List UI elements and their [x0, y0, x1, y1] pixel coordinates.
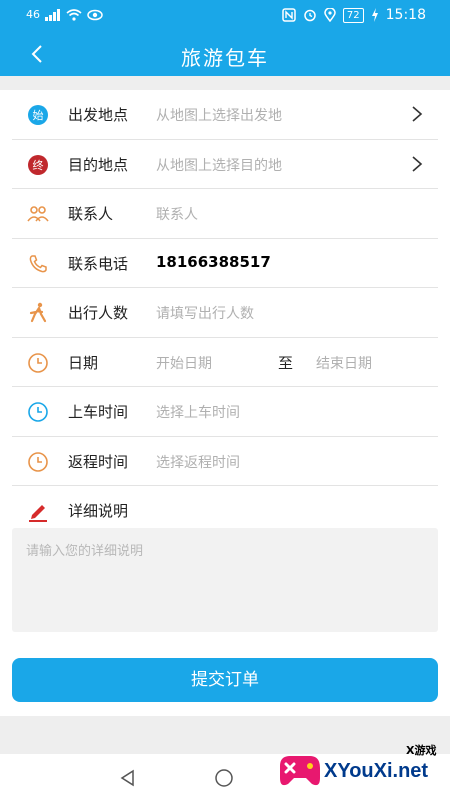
return-time-row: 返程时间 选择返程时间 — [12, 437, 438, 486]
chevron-right-icon — [412, 155, 423, 172]
phone-input[interactable]: 18166388517 — [156, 253, 271, 271]
return-time-field[interactable]: 选择返程时间 — [156, 452, 240, 472]
watermark-site: XYouXi.net — [324, 760, 429, 782]
nfc-icon — [282, 8, 296, 22]
date-label: 日期 — [68, 353, 99, 372]
submit-order-button[interactable]: 提交订单 — [12, 658, 438, 702]
contact-label: 联系人 — [68, 205, 114, 223]
clock-icon — [28, 402, 48, 422]
destination-field[interactable]: 从地图上选择目的地 — [156, 155, 282, 175]
clock: 15:18 — [385, 7, 426, 23]
page-title: 旅游包车 — [181, 46, 269, 70]
start-date-field[interactable]: 开始日期 — [156, 353, 212, 373]
header-divider — [0, 76, 450, 90]
chevron-right-icon — [412, 106, 423, 122]
status-bar: 46 72 15:18 — [0, 0, 450, 32]
status-left: 46 — [26, 8, 103, 21]
contact-input[interactable]: 联系人 — [156, 204, 198, 224]
gamepad-logo-icon — [280, 756, 320, 786]
contacts-icon — [27, 206, 49, 222]
clock-icon — [28, 352, 48, 373]
phone-label: 联系电话 — [68, 254, 129, 273]
destination-row[interactable]: 终 目的地点 从地图上选择目的地 — [12, 140, 438, 189]
signal-icon — [45, 8, 60, 21]
departure-row[interactable]: 始 出发地点 从地图上选择出发地 — [12, 90, 438, 140]
departure-field[interactable]: 从地图上选择出发地 — [156, 105, 282, 125]
charter-form: 始 出发地点 从地图上选择出发地 终 目的地点 从地图上选择目的地 联系人 联系… — [0, 90, 450, 535]
eye-icon — [87, 9, 103, 20]
details-textarea[interactable]: 请输入您的详细说明 — [12, 528, 438, 632]
return-time-label: 返程时间 — [68, 452, 129, 471]
nav-home-icon[interactable] — [214, 768, 234, 788]
watermark: X游戏 XYouXi.net — [276, 738, 446, 800]
app-header: 旅游包车 — [0, 32, 450, 76]
alarm-icon — [304, 9, 316, 22]
phone-row: 联系电话 18166388517 — [12, 239, 438, 288]
wifi-icon — [66, 8, 82, 21]
date-row: 日期 开始日期 至 结束日期 — [12, 338, 438, 387]
walking-person-icon — [29, 302, 47, 323]
end-badge-text: 终 — [33, 158, 44, 172]
destination-label: 目的地点 — [68, 155, 129, 174]
contact-row: 联系人 联系人 — [12, 189, 438, 239]
phone-icon — [29, 254, 47, 272]
passengers-row: 出行人数 请填写出行人数 — [12, 288, 438, 338]
pickup-time-row: 上车时间 选择上车时间 — [12, 387, 438, 437]
battery-level: 72 — [342, 7, 364, 23]
pickup-time-label: 上车时间 — [68, 403, 129, 421]
details-label: 详细说明 — [68, 502, 129, 520]
network-type: 46 — [26, 8, 40, 21]
location-icon — [324, 8, 336, 22]
end-date-field[interactable]: 结束日期 — [316, 353, 372, 373]
pen-icon — [29, 505, 47, 522]
passengers-input[interactable]: 请填写出行人数 — [156, 303, 254, 323]
pickup-time-field[interactable]: 选择上车时间 — [156, 402, 240, 422]
clock-icon — [28, 451, 48, 472]
start-badge-icon: 始 — [28, 105, 48, 125]
date-separator: 至 — [278, 353, 294, 372]
status-right: 72 15:18 — [282, 7, 426, 23]
nav-back-icon[interactable] — [118, 768, 138, 788]
passengers-label: 出行人数 — [68, 304, 129, 322]
departure-label: 出发地点 — [68, 106, 129, 124]
watermark-top-text: X游戏 — [406, 744, 437, 757]
start-badge-text: 始 — [33, 108, 44, 122]
end-badge-icon: 终 — [28, 154, 48, 175]
charging-icon — [371, 8, 378, 22]
